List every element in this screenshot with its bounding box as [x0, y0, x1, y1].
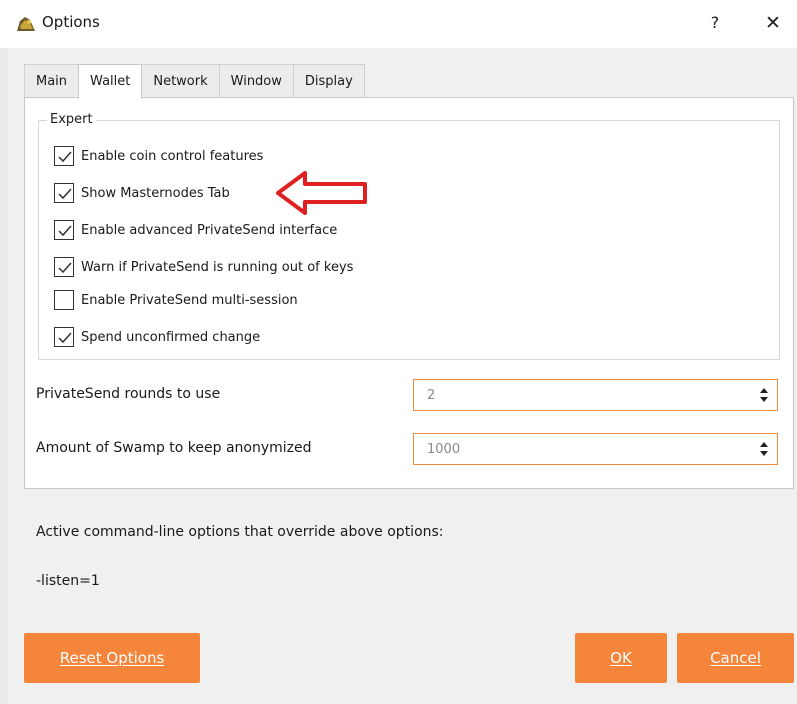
help-button[interactable]: ?	[700, 10, 730, 36]
close-button[interactable]: ✕	[758, 10, 788, 36]
warn-keys-option[interactable]: Warn if PrivateSend is running out of ke…	[54, 256, 353, 278]
tab-label: Network	[153, 74, 208, 89]
red-arrow-annotation-icon	[276, 171, 367, 215]
reset-options-button[interactable]: Reset Options	[24, 633, 200, 683]
advanced-privatesend-checkbox[interactable]	[54, 220, 74, 240]
window-edge	[0, 48, 8, 704]
masternodes-tab-checkbox[interactable]	[54, 183, 74, 203]
checkmark-icon	[58, 262, 72, 274]
masternodes-tab-option[interactable]: Show Masternodes Tab	[54, 182, 230, 204]
warn-keys-label: Warn if PrivateSend is running out of ke…	[81, 259, 354, 275]
tab-bar: Main Wallet Network Window Display	[24, 64, 365, 99]
title-bar: Options ? ✕	[0, 0, 797, 48]
coin-control-label: Enable coin control features	[81, 148, 264, 164]
wallet-tab-panel: Expert Enable coin control features Show…	[24, 97, 794, 489]
spin-arrows-icon[interactable]	[759, 440, 769, 458]
cancel-button[interactable]: Cancel	[677, 633, 794, 683]
multi-session-label: Enable PrivateSend multi-session	[81, 292, 298, 308]
masternodes-tab-label: Show Masternodes Tab	[81, 185, 230, 201]
amount-spinbox[interactable]: 1000	[413, 433, 778, 465]
spend-unconfirmed-label: Spend unconfirmed change	[81, 329, 261, 345]
amount-value: 1000	[427, 442, 461, 457]
warn-keys-checkbox[interactable]	[54, 257, 74, 277]
expert-group: Expert Enable coin control features Show…	[38, 112, 780, 360]
checkmark-icon	[58, 332, 72, 344]
tab-label: Window	[230, 74, 282, 89]
checkmark-icon	[58, 225, 72, 237]
multi-session-option[interactable]: Enable PrivateSend multi-session	[54, 289, 298, 311]
tab-network[interactable]: Network	[141, 64, 220, 98]
multi-session-checkbox[interactable]	[54, 290, 74, 310]
rounds-label: PrivateSend rounds to use	[36, 386, 221, 402]
tab-label: Wallet	[90, 74, 131, 89]
expert-group-label: Expert	[47, 112, 96, 127]
tab-label: Main	[36, 74, 68, 89]
tab-wallet[interactable]: Wallet	[78, 64, 143, 99]
rounds-value: 2	[427, 388, 436, 403]
ok-button[interactable]: OK	[575, 633, 667, 683]
spin-arrows-icon[interactable]	[759, 386, 769, 404]
spend-unconfirmed-checkbox[interactable]	[54, 327, 74, 347]
override-value: -listen=1	[36, 573, 100, 589]
checkmark-icon	[58, 188, 72, 200]
amount-label: Amount of Swamp to keep anonymized	[36, 440, 312, 456]
advanced-privatesend-label: Enable advanced PrivateSend interface	[81, 222, 338, 238]
window-title: Options	[42, 13, 100, 31]
checkmark-icon	[58, 151, 72, 163]
rounds-spinbox[interactable]: 2	[413, 379, 778, 411]
tab-main[interactable]: Main	[24, 64, 80, 98]
tab-label: Display	[304, 74, 353, 89]
tab-window[interactable]: Window	[218, 64, 294, 98]
spend-unconfirmed-option[interactable]: Spend unconfirmed change	[54, 326, 260, 348]
app-logo-icon	[17, 17, 35, 31]
coin-control-checkbox[interactable]	[54, 146, 74, 166]
override-title: Active command-line options that overrid…	[36, 524, 444, 540]
tab-display[interactable]: Display	[292, 64, 365, 98]
advanced-privatesend-option[interactable]: Enable advanced PrivateSend interface	[54, 219, 337, 241]
coin-control-option[interactable]: Enable coin control features	[54, 145, 263, 167]
